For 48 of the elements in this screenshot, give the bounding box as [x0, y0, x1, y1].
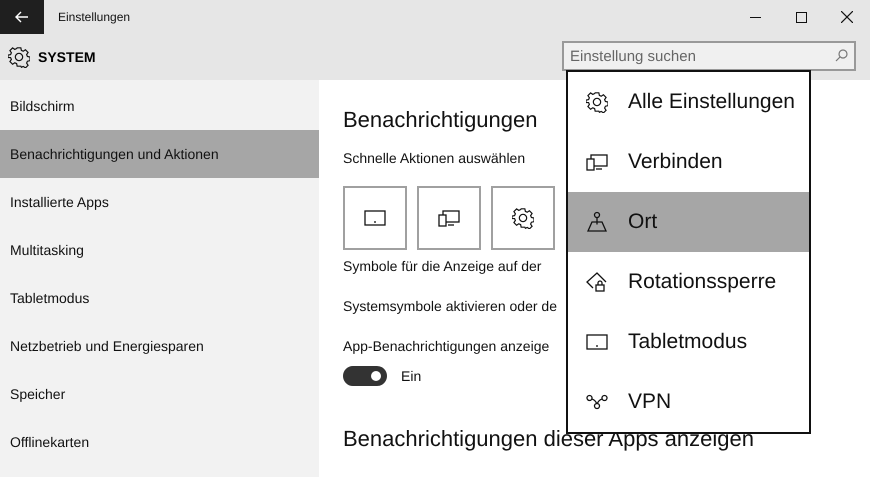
rotation-lock-icon	[586, 271, 608, 293]
sidebar-item[interactable]: Netzbetrieb und Energiesparen	[0, 322, 319, 370]
subheading: Schnelle Aktionen auswählen	[343, 149, 526, 168]
sidebar-item[interactable]: Offlinekarten	[0, 418, 319, 466]
menu-item-label: VPN	[628, 390, 672, 414]
window-title: Einstellungen	[58, 10, 132, 24]
gear-icon	[586, 91, 608, 113]
back-arrow-icon	[15, 11, 29, 23]
sidebar-item[interactable]: Benachrichtigungen und Aktionen	[0, 130, 319, 178]
setting-text: Systemsymbole aktivieren oder de	[343, 297, 557, 316]
sidebar-item[interactable]: Multitasking	[0, 226, 319, 274]
quick-action-tile[interactable]	[343, 186, 407, 250]
search-field[interactable]: Einstellung suchen	[562, 41, 856, 71]
section-title: SYSTEM	[38, 49, 97, 65]
search-icon	[835, 49, 848, 62]
menu-item-label: Ort	[628, 210, 658, 234]
menu-item[interactable]: Rotationssperre	[568, 252, 809, 312]
quick-action-tile[interactable]	[491, 186, 555, 250]
menu-item-label: Verbinden	[628, 150, 723, 174]
vpn-icon	[586, 394, 608, 410]
menu-item[interactable]: Verbinden	[568, 132, 809, 192]
gear-icon	[512, 207, 534, 229]
setting-text: Symbole für die Anzeige auf der	[343, 257, 542, 276]
setting-text: App-Benachrichtigungen anzeige	[343, 337, 550, 356]
devices-icon	[438, 209, 460, 227]
quick-action-tile[interactable]	[417, 186, 481, 250]
location-pin-icon	[586, 211, 608, 233]
menu-item-label: Rotationssperre	[628, 270, 776, 294]
sidebar-item[interactable]: Installierte Apps	[0, 178, 319, 226]
close-icon	[841, 11, 853, 23]
section-heading: Benachrichtigungen	[343, 106, 538, 134]
tablet-icon	[586, 333, 608, 351]
menu-item-label: Alle Einstellungen	[628, 90, 795, 114]
toggle-label: Ein	[401, 367, 422, 386]
menu-item[interactable]: Ort	[568, 192, 809, 252]
gear-icon	[8, 46, 30, 68]
sidebar-item[interactable]: Tabletmodus	[0, 274, 319, 322]
devices-icon	[586, 153, 608, 171]
toggle-switch[interactable]	[343, 366, 387, 386]
menu-item[interactable]: Alle Einstellungen	[568, 72, 809, 132]
menu-item[interactable]: Tabletmodus	[568, 312, 809, 372]
back-button[interactable]	[0, 0, 44, 34]
minimize-icon	[750, 16, 760, 18]
menu-item-label: Tabletmodus	[628, 330, 748, 354]
sidebar-item[interactable]: Speicher	[0, 370, 319, 418]
tablet-icon	[364, 209, 386, 227]
sidebar-item[interactable]: Bildschirm	[0, 82, 319, 130]
maximize-icon	[796, 12, 806, 22]
